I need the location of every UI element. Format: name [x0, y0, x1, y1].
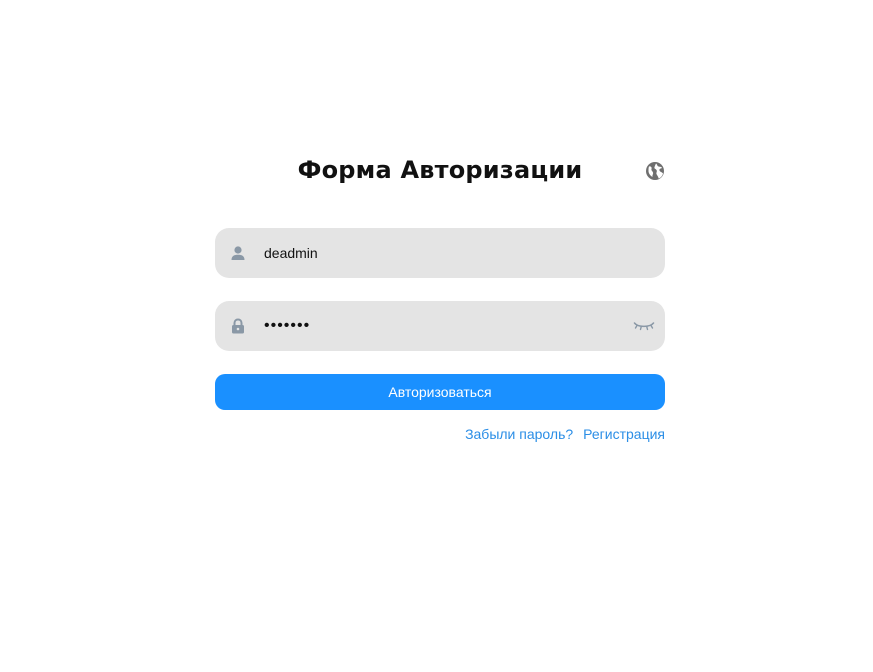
globe-icon[interactable] [645, 161, 665, 181]
auth-links: Забыли пароль? Регистрация [465, 426, 665, 442]
forgot-password-link[interactable]: Забыли пароль? [465, 426, 573, 442]
page-title: Форма Авторизации [297, 156, 583, 184]
login-field [215, 228, 665, 278]
lock-icon [230, 318, 246, 334]
login-page: Форма Авторизации deadmin Авторизоваться… [0, 0, 873, 672]
user-icon [230, 245, 246, 261]
password-field [215, 301, 665, 351]
register-link[interactable]: Регистрация [583, 426, 665, 442]
login-form: Форма Авторизации deadmin Авторизоваться… [215, 150, 665, 442]
eye-closed-icon[interactable] [633, 318, 655, 334]
submit-button[interactable]: Авторизоваться [215, 374, 665, 410]
password-input[interactable] [264, 301, 624, 351]
form-header: Форма Авторизации [215, 150, 665, 198]
login-input[interactable] [264, 228, 624, 278]
